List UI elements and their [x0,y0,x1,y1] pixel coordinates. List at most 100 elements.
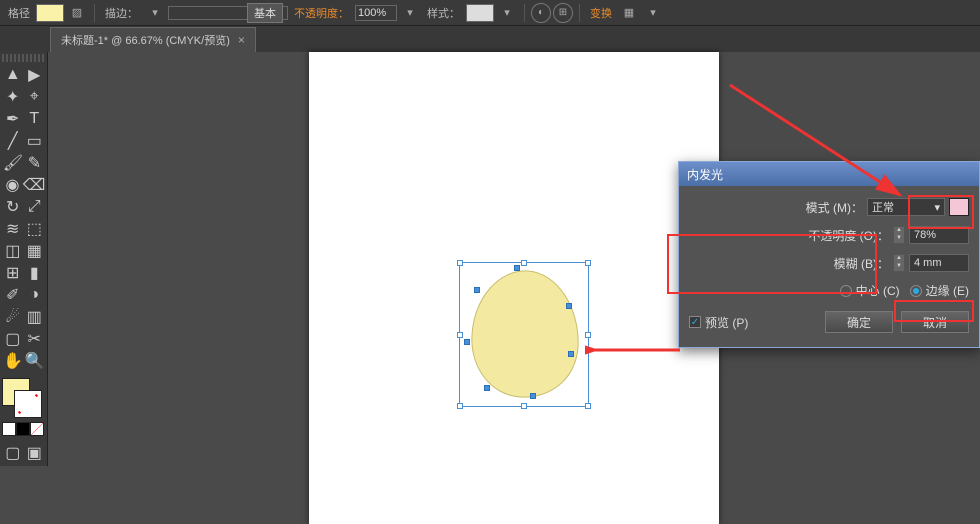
blur-spinner[interactable]: ▲▼ [893,254,905,272]
style-dropdown-icon[interactable]: ▾ [496,3,518,23]
dialog-titlebar[interactable]: 内发光 [679,162,979,186]
zoom-tool[interactable]: 🔍 [24,350,46,372]
blend-tool[interactable]: ◑ [24,284,46,306]
screen-mode-full[interactable]: ▣ [24,442,46,464]
cancel-button[interactable]: 取消 [901,311,969,333]
chevron-down-icon: ▾ [934,201,940,214]
opacity-dropdown-icon[interactable]: ▾ [399,3,421,23]
mini-swatch-black[interactable] [16,422,30,436]
blob-tool[interactable]: ◉ [2,174,23,196]
slice-tool[interactable]: ✂ [24,328,46,350]
artboard-tool[interactable]: ▢ [2,328,24,350]
mode-label: 模式 (M)： [806,199,863,216]
align-button[interactable]: ⊞ [553,3,573,23]
anchor-point[interactable] [484,385,490,391]
selection-tool[interactable]: ▲ [2,64,24,86]
perspective-tool[interactable]: ▦ [24,240,46,262]
fill-stroke-swatches[interactable] [2,378,42,418]
stroke-preview[interactable]: 基本 [168,6,288,20]
blur-field-label: 模糊 (B)： [834,255,889,272]
style-label: 样式： [423,5,464,21]
shape-builder-tool[interactable]: ◫ [2,240,24,262]
preview-label: 预览 (P) [705,314,748,331]
anchor-point[interactable] [530,393,536,399]
hand-tool[interactable]: ✋ [2,350,24,372]
anchor-point[interactable] [514,265,520,271]
type-tool[interactable]: T [24,108,46,130]
document-tab-bar: 未标题-1* @ 66.67% (CMYK/预览) × [0,26,980,52]
checkbox-icon: ✓ [689,316,701,328]
glow-color-swatch[interactable] [949,198,969,216]
anchor-point[interactable] [464,339,470,345]
mini-swatch-none[interactable] [30,422,44,436]
paintbrush-tool[interactable]: 🖌 [2,152,24,174]
extra-icon-2[interactable]: ▾ [642,3,664,23]
ok-button[interactable]: 确定 [825,311,893,333]
width-tool[interactable]: ≋ [2,218,24,240]
pencil-tool[interactable]: ✎ [24,152,45,174]
artboard[interactable] [309,52,719,524]
radio-icon-checked [910,285,922,297]
resize-handle-ml[interactable] [457,332,463,338]
center-radio[interactable]: 中心 (C) [840,282,900,299]
mini-swatch-white[interactable] [2,422,16,436]
stroke-color-swatch[interactable] [14,390,42,418]
style-swatch[interactable] [466,4,494,22]
opacity-input-field[interactable] [909,226,969,244]
eraser-tool[interactable]: ⌫ [23,174,45,196]
center-radio-label: 中心 (C) [856,282,900,299]
radio-icon [840,285,852,297]
no-fill-icon[interactable]: ▨ [66,3,88,23]
lasso-tool[interactable]: ⌖ [24,86,46,108]
egg-shape[interactable] [468,269,582,401]
anchor-point[interactable] [566,303,572,309]
transform-label[interactable]: 变换 [586,5,616,21]
magic-wand-tool[interactable]: ✦ [2,86,24,108]
scale-tool[interactable]: ⤢ [24,196,46,218]
tool-panel: ▲▶ ✦⌖ ✒T ╱▭ 🖌✎ ◉⌫ ↻⤢ ≋⬚ ◫▦ ⊞▮ ✐◑ ☄▥ ▢✂ ✋… [0,52,48,466]
resize-handle-bm[interactable] [521,403,527,409]
free-transform-tool[interactable]: ⬚ [24,218,46,240]
panel-grip[interactable] [2,54,45,62]
mesh-tool[interactable]: ⊞ [2,262,24,284]
extra-icon-1[interactable]: ▦ [618,3,640,23]
screen-mode-normal[interactable]: ▢ [2,442,24,464]
eyedropper-tool[interactable]: ✐ [2,284,24,306]
blur-input-field[interactable] [909,254,969,272]
selection-bounding-box[interactable] [459,262,589,407]
opacity-input[interactable] [355,5,397,21]
options-bar: 格径 ▨ 描边： ▾ 基本 不透明度： ▾ 样式： ▾ ◐ ⊞ 变换 ▦ ▾ [0,0,980,26]
stroke-profile-button[interactable]: 基本 [247,3,283,23]
resize-handle-br[interactable] [585,403,591,409]
tab-close-button[interactable]: × [238,33,245,47]
edge-radio[interactable]: 边缘 (E) [910,282,969,299]
document-tab[interactable]: 未标题-1* @ 66.67% (CMYK/预览) × [50,27,256,52]
pen-tool[interactable]: ✒ [2,108,24,130]
anchor-point[interactable] [568,351,574,357]
resize-handle-bl[interactable] [457,403,463,409]
graph-tool[interactable]: ▥ [24,306,46,328]
direct-selection-tool[interactable]: ▶ [24,64,46,86]
gradient-tool[interactable]: ▮ [24,262,46,284]
path-label: 格径 [4,5,34,21]
resize-handle-tl[interactable] [457,260,463,266]
rotate-tool[interactable]: ↻ [2,196,24,218]
mode-select[interactable]: 正常▾ [867,198,945,216]
inner-glow-dialog: 内发光 模式 (M)： 正常▾ 不透明度 (O)： ▲▼ 模糊 (B)： ▲▼ … [678,161,980,348]
opacity-field-label: 不透明度 (O)： [808,227,889,244]
resize-handle-mr[interactable] [585,332,591,338]
preview-checkbox[interactable]: ✓ 预览 (P) [689,314,748,331]
symbol-tool[interactable]: ☄ [2,306,24,328]
opacity-label: 不透明度： [290,5,353,21]
line-tool[interactable]: ╱ [2,130,24,152]
rectangle-tool[interactable]: ▭ [24,130,46,152]
resize-handle-tr[interactable] [585,260,591,266]
resize-handle-tm[interactable] [521,260,527,266]
stroke-weight-dropdown[interactable]: ▾ [144,3,166,23]
edge-radio-label: 边缘 (E) [926,282,969,299]
fill-swatch[interactable] [36,4,64,22]
recolor-button[interactable]: ◐ [531,3,551,23]
opacity-spinner[interactable]: ▲▼ [893,226,905,244]
anchor-point[interactable] [474,287,480,293]
stroke-label: 描边： [101,5,142,21]
